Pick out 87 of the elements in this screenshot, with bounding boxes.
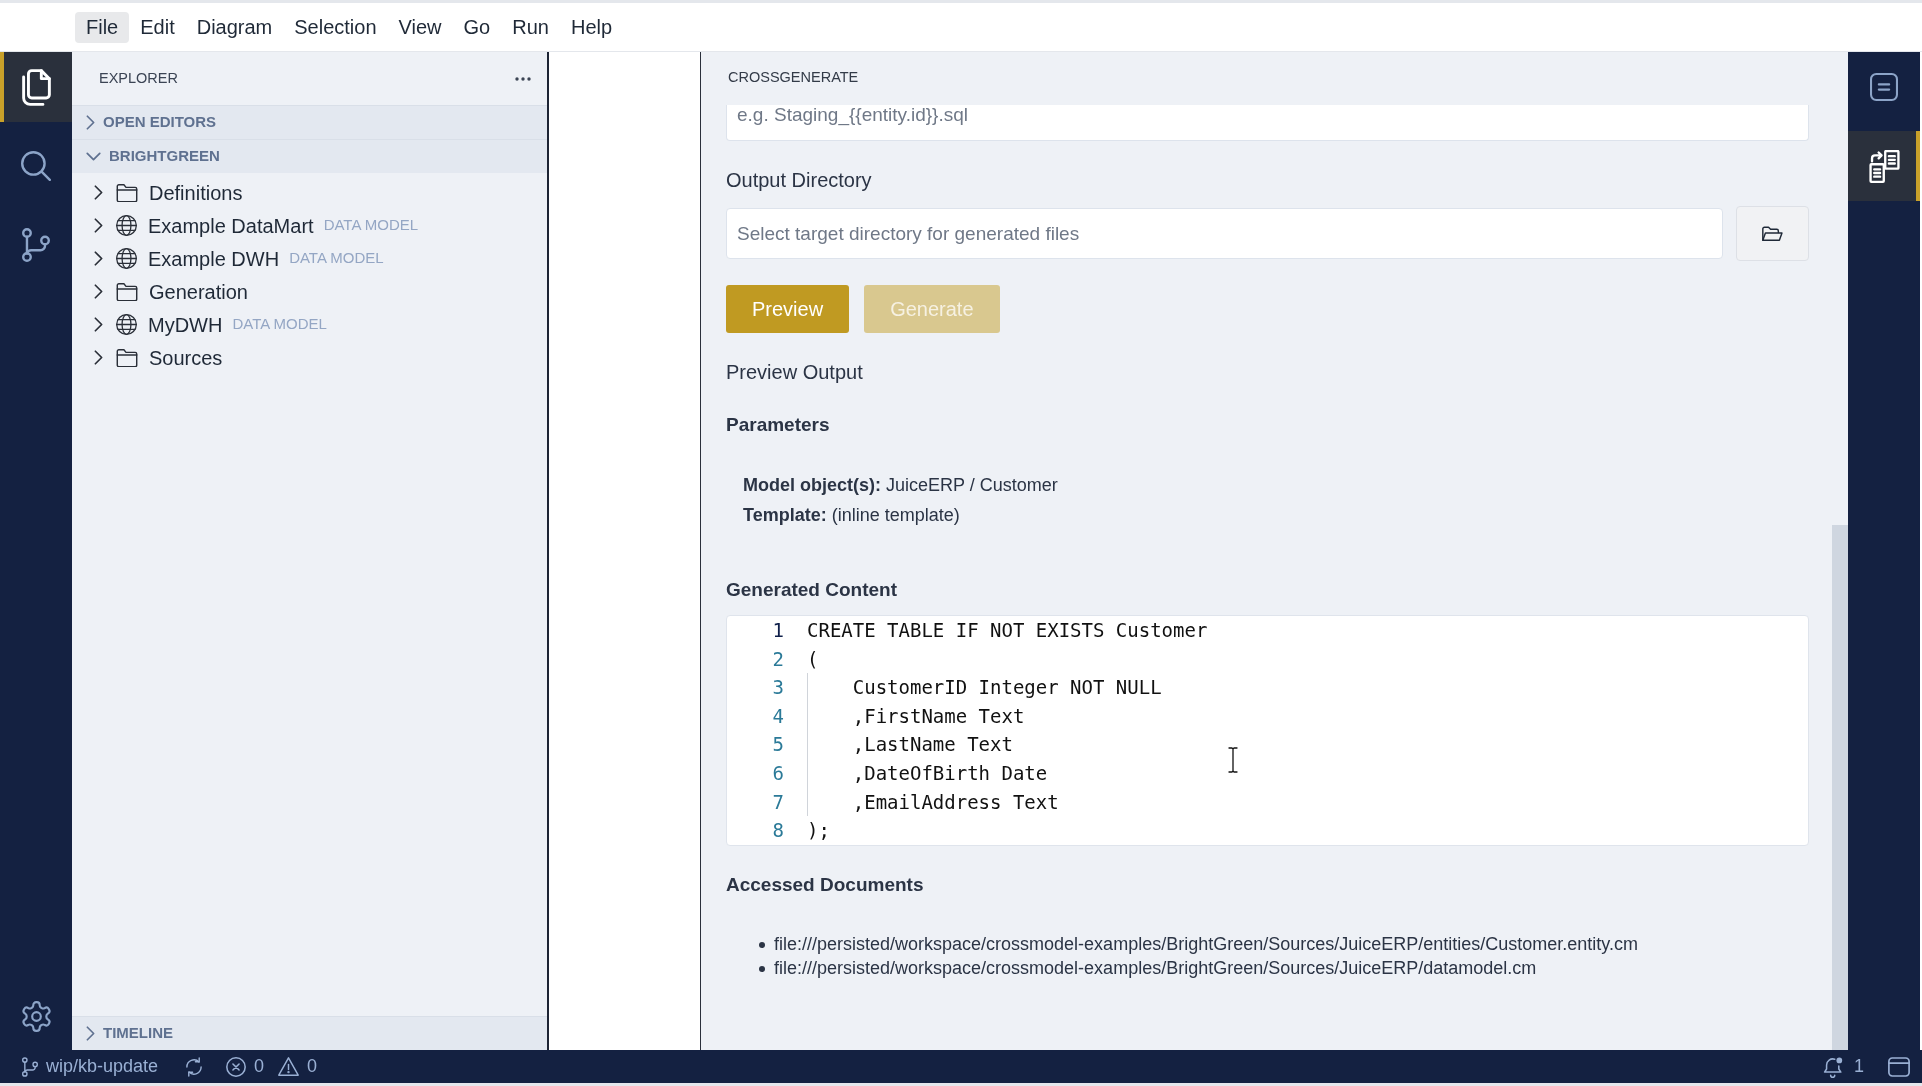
menu-item[interactable]: Help bbox=[559, 11, 624, 43]
code-line: ( bbox=[807, 646, 819, 672]
error-count[interactable]: 0 bbox=[254, 1053, 265, 1080]
documents-arrow-icon bbox=[1868, 149, 1900, 183]
code-line: ,EmailAddress Text bbox=[852, 789, 1059, 815]
section-title: Preview Output bbox=[726, 360, 864, 384]
code-line: ,DateOfBirth Date bbox=[852, 761, 1048, 786]
search-icon bbox=[21, 151, 51, 181]
parameter-line: Model object(s): JuiceERP / Customer bbox=[743, 474, 1059, 497]
panel-layout-icon[interactable] bbox=[1888, 1056, 1910, 1077]
sync-icon[interactable] bbox=[185, 1056, 204, 1077]
section-heading: Parameters bbox=[726, 413, 831, 436]
menu-item[interactable]: Edit bbox=[129, 11, 186, 43]
code-line: ); bbox=[807, 818, 830, 844]
bullet-icon bbox=[759, 941, 765, 948]
chevron-right-icon[interactable] bbox=[94, 284, 103, 299]
bell-icon[interactable] bbox=[1822, 1055, 1844, 1078]
menu-item[interactable]: Selection bbox=[283, 11, 388, 43]
document-path: file:///persisted/workspace/crossmodel-examples/BrightGreen/Sources/JuiceERP/entities/Customer.entity.cm bbox=[774, 933, 1638, 957]
tree-item-label[interactable]: MyDWH bbox=[148, 309, 223, 340]
line-number: 8 bbox=[771, 818, 784, 844]
menu-item[interactable]: File bbox=[75, 11, 130, 43]
browse-button[interactable] bbox=[1736, 206, 1809, 261]
panel-title: CROSSGENERATE bbox=[728, 68, 859, 88]
menu-item[interactable]: Run bbox=[501, 11, 560, 43]
code-line: ,LastName Text bbox=[852, 732, 1013, 758]
chevron-right-icon[interactable] bbox=[94, 251, 103, 266]
section-heading: Generated Content bbox=[726, 578, 899, 601]
globe-icon bbox=[116, 248, 137, 269]
list-icon bbox=[1870, 73, 1898, 101]
folder-icon bbox=[116, 282, 138, 301]
sidebar-title: EXPLORER bbox=[99, 68, 178, 88]
code-line: ,FirstName Text bbox=[852, 703, 1025, 729]
parameter-line: Template: (inline template) bbox=[743, 504, 961, 527]
scrollbar[interactable] bbox=[1832, 525, 1848, 1050]
chevron-right-icon[interactable] bbox=[94, 350, 103, 365]
line-number: 4 bbox=[771, 703, 784, 729]
tree-item-label[interactable]: Sources bbox=[149, 342, 223, 373]
error-icon[interactable] bbox=[226, 1056, 247, 1077]
text-field[interactable]: e.g. Staging_{{entity.id}}.sql bbox=[726, 105, 1809, 141]
tree-item-label[interactable]: Example DWH bbox=[148, 243, 280, 274]
type-label: DATA MODEL bbox=[323, 215, 419, 236]
activity-tab[interactable] bbox=[1848, 131, 1920, 201]
globe-icon bbox=[116, 314, 137, 335]
field-label: Output Directory bbox=[726, 168, 873, 192]
line-number: 5 bbox=[771, 732, 784, 758]
code-editor[interactable]: 1 CREATE TABLE IF NOT EXISTS Customer 2 ( 3 CustomerID Integer NOT NULL 4 ,FirstName Text 5 ,LastName Text 6 ,DateOfBirth Date 7 ,EmailAddress Text 8 ); bbox=[726, 615, 1809, 846]
tree-item-label[interactable]: Generation bbox=[149, 276, 248, 307]
activity-tab[interactable] bbox=[0, 52, 72, 122]
section-header[interactable]: OPEN EDITORS bbox=[72, 105, 547, 139]
menu-item[interactable]: Diagram bbox=[185, 11, 284, 43]
globe-icon bbox=[116, 215, 137, 236]
line-number: 6 bbox=[771, 761, 784, 786]
tree-item-label[interactable]: Definitions bbox=[149, 177, 243, 208]
line-number: 1 bbox=[771, 618, 784, 644]
branch-icon[interactable] bbox=[22, 1056, 38, 1077]
chevron-right-icon[interactable] bbox=[94, 218, 103, 233]
type-label: DATA MODEL bbox=[289, 248, 384, 269]
settings-icon[interactable] bbox=[20, 1000, 52, 1032]
code-line: CREATE TABLE IF NOT EXISTS Customer bbox=[807, 618, 1208, 644]
line-number: 7 bbox=[771, 789, 784, 815]
warning-count[interactable]: 0 bbox=[307, 1053, 318, 1080]
branch-name[interactable]: wip/kb-update bbox=[46, 1053, 159, 1080]
notification-count[interactable]: 1 bbox=[1854, 1053, 1864, 1080]
document-path: file:///persisted/workspace/crossmodel-examples/BrightGreen/Sources/JuiceERP/datamodel.cm bbox=[774, 957, 1537, 981]
section-header[interactable]: TIMELINE bbox=[72, 1016, 547, 1050]
folder-open-icon bbox=[1762, 225, 1783, 242]
directory-field[interactable]: Select target directory for generated files bbox=[726, 208, 1723, 259]
code-line: CustomerID Integer NOT NULL bbox=[852, 675, 1162, 701]
menu-item[interactable]: Go bbox=[452, 11, 502, 43]
text-cursor-icon bbox=[1228, 747, 1238, 773]
more-icon[interactable] bbox=[515, 76, 531, 81]
tree-item-label[interactable]: Example DataMart bbox=[148, 210, 314, 241]
folder-icon bbox=[116, 183, 138, 202]
menu-item[interactable]: View bbox=[387, 11, 453, 43]
chevron-right-icon[interactable] bbox=[94, 317, 103, 332]
type-label: DATA MODEL bbox=[232, 314, 327, 335]
line-number: 3 bbox=[771, 675, 784, 701]
folder-icon bbox=[116, 348, 138, 367]
line-number: 2 bbox=[771, 646, 784, 672]
section-header[interactable]: BRIGHTGREEN bbox=[72, 139, 547, 173]
branch-icon bbox=[22, 228, 50, 262]
files-icon bbox=[21, 68, 51, 106]
chevron-right-icon[interactable] bbox=[94, 185, 103, 200]
warning-icon[interactable] bbox=[278, 1057, 300, 1076]
section-heading: Accessed Documents bbox=[726, 872, 925, 896]
bullet-icon bbox=[759, 965, 765, 972]
